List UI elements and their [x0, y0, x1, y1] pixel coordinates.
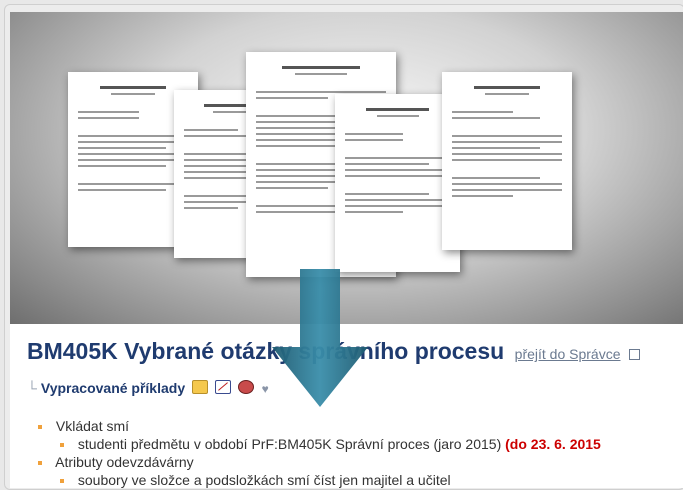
deadline-text: (do 23. 6. 2015 [505, 436, 601, 452]
document-thumbnail [442, 72, 572, 250]
list-item: studenti předmětu v období PrF:BM405K Sp… [38, 436, 601, 452]
section-heading: └ Vypracované příklady ♥ [27, 380, 269, 396]
bullet-icon [38, 425, 42, 430]
permission-detail: studenti předmětu v období PrF:BM405K Sp… [77, 436, 502, 452]
no-entry-icon[interactable] [214, 380, 231, 394]
permission-detail: soubory ve složce a podsložkách smí číst… [77, 472, 451, 488]
list-item: soubory ve složce a podsložkách smí číst… [38, 472, 601, 488]
heart-icon[interactable]: ♥ [262, 382, 269, 396]
list-item: Atributy odevzdávárny [38, 454, 601, 470]
page-title: BM405K Vybrané otázky správního procesu [27, 338, 505, 364]
permission-label: Atributy odevzdávárny [55, 454, 194, 470]
bullet-icon [60, 443, 64, 448]
list-item: Vkládat smí [38, 418, 601, 434]
permission-label: Vkládat smí [55, 418, 130, 434]
folder-icon[interactable] [192, 380, 208, 394]
section-label[interactable]: Vypracované příklady [41, 380, 185, 396]
people-icon[interactable] [237, 380, 254, 394]
bullet-icon [38, 461, 42, 466]
tree-bracket-icon: └ [27, 380, 37, 396]
external-link-icon [628, 349, 640, 361]
bullet-icon [60, 479, 64, 484]
down-arrow-icon [272, 269, 368, 407]
admin-link[interactable]: přejít do Správce [515, 346, 621, 362]
permission-list: Vkládat smí studenti předmětu v období P… [38, 418, 601, 490]
